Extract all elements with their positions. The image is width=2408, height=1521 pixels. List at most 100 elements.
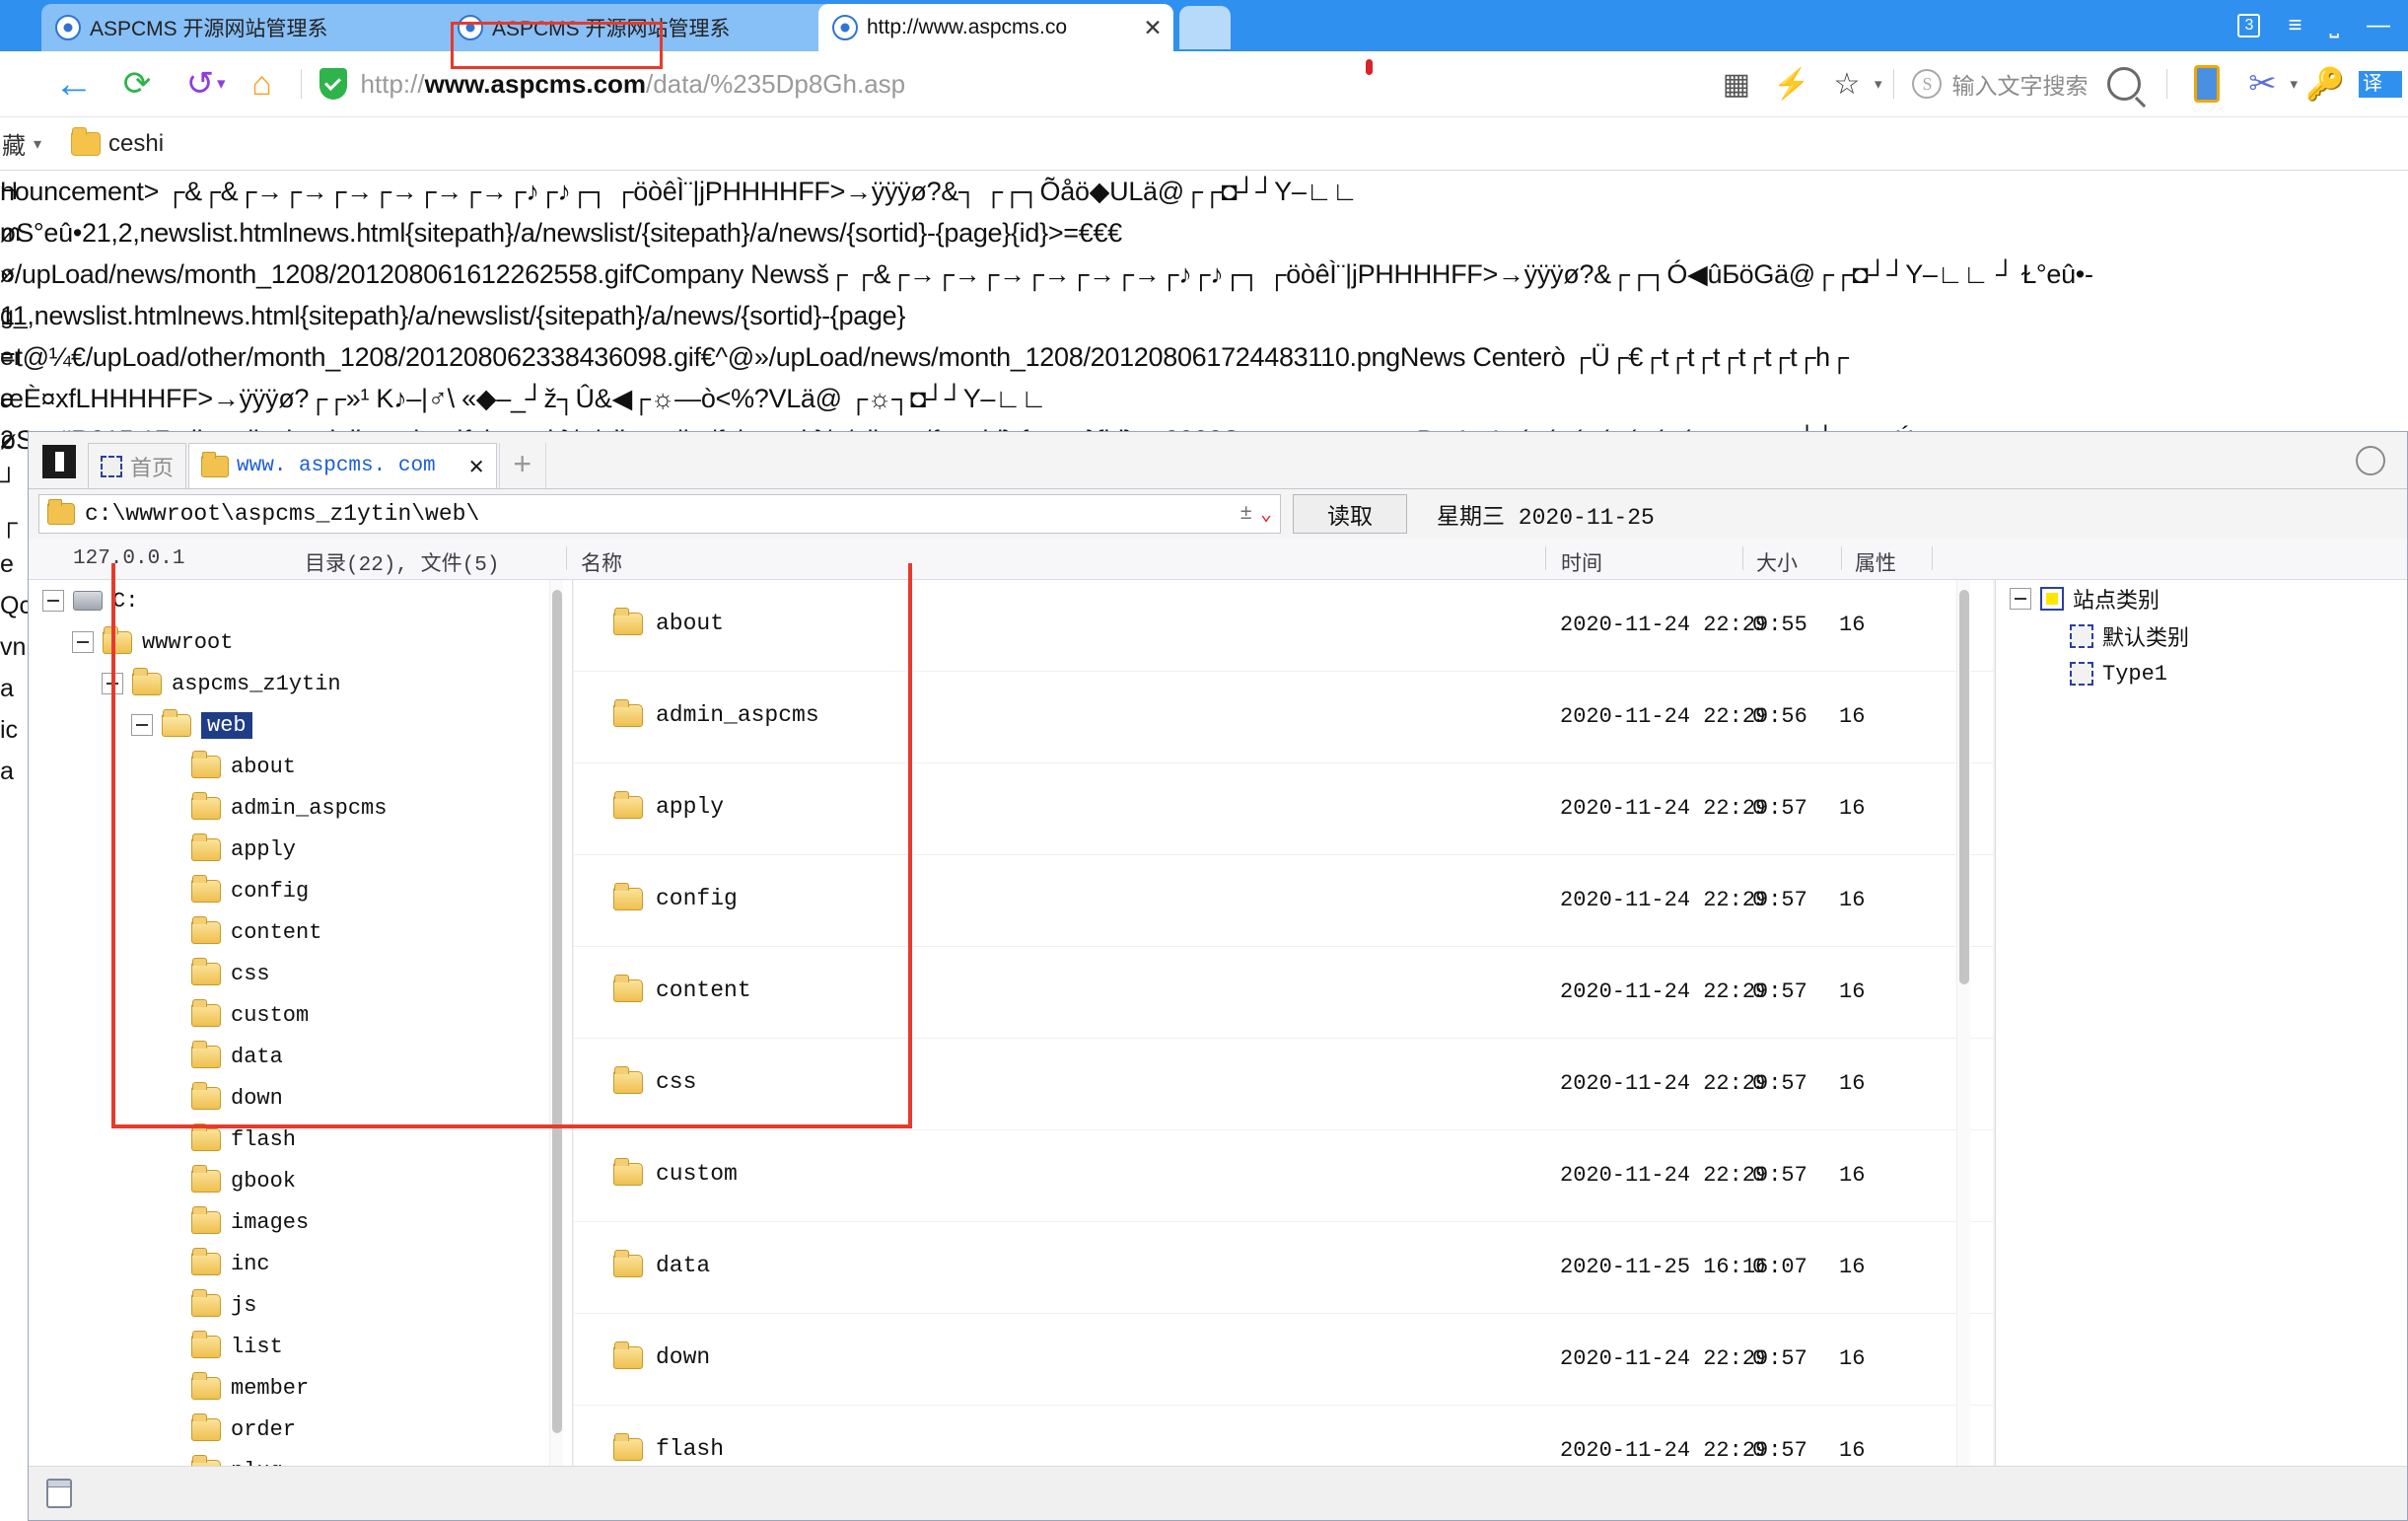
folder-icon bbox=[191, 1336, 221, 1358]
tree-node[interactable]: content bbox=[29, 911, 572, 953]
file-name-cell: apply bbox=[613, 794, 724, 820]
scissors-caret-icon[interactable]: ▾ bbox=[2290, 75, 2298, 93]
star-caret-icon[interactable]: ▾ bbox=[1875, 75, 1882, 93]
tree-node[interactable]: admin_aspcms bbox=[29, 787, 572, 829]
password-key-icon[interactable]: 🔑 bbox=[2298, 56, 2353, 111]
maximize-icon[interactable]: — bbox=[2367, 12, 2390, 39]
tree-node[interactable]: data bbox=[29, 1036, 572, 1077]
tree-node[interactable]: list bbox=[29, 1326, 572, 1367]
bookmarks-caret-icon[interactable]: ▾ bbox=[34, 134, 41, 154]
site-category-root[interactable]: 站点类别 bbox=[1996, 580, 2407, 617]
phone-icon bbox=[2194, 65, 2220, 103]
bookmark-item-ceshi[interactable]: ceshi bbox=[71, 130, 164, 158]
ftp-new-tab-button[interactable]: + bbox=[499, 443, 546, 488]
qrcode-icon[interactable]: ▦ bbox=[1709, 56, 1764, 111]
tree-node[interactable]: down bbox=[29, 1077, 572, 1119]
tree-node[interactable]: css bbox=[29, 953, 572, 994]
tree-node[interactable]: about bbox=[29, 746, 572, 787]
screenshot-scissors-icon[interactable]: ✂ bbox=[2234, 56, 2290, 111]
collapse-icon[interactable] bbox=[42, 590, 64, 612]
home-button[interactable]: ⌂ bbox=[236, 57, 289, 110]
site-category-default[interactable]: 默认类别 bbox=[1996, 617, 2407, 655]
table-row[interactable]: flash2020-11-24 22:29:57016 bbox=[574, 1406, 1993, 1468]
ftp-read-button[interactable]: 读取 bbox=[1293, 494, 1407, 534]
site-category-type1[interactable]: Type1 bbox=[1996, 655, 2407, 692]
minimize-icon[interactable]: ⎵ bbox=[2329, 12, 2339, 39]
file-size-cell: 0 bbox=[1752, 1071, 1765, 1096]
file-name-cell: config bbox=[613, 886, 738, 911]
table-row[interactable]: data2020-11-25 16:16:07016 bbox=[574, 1222, 1993, 1314]
table-row[interactable]: css2020-11-24 22:29:57016 bbox=[574, 1039, 1993, 1130]
mobile-view-icon[interactable] bbox=[2179, 56, 2234, 111]
ftp-tab-site[interactable]: www. aspcms. com ✕ bbox=[188, 443, 497, 488]
search-icon[interactable] bbox=[2107, 67, 2141, 101]
history-caret-icon[interactable]: ▾ bbox=[217, 74, 226, 94]
lightning-icon[interactable]: ⚡ bbox=[1764, 56, 1819, 111]
browser-tab-3[interactable]: http://www.aspcms.co ✕ bbox=[818, 4, 1173, 51]
tree-node[interactable]: web bbox=[29, 704, 572, 746]
tree-scrollbar[interactable] bbox=[549, 580, 563, 1468]
tree-node[interactable]: flash bbox=[29, 1119, 572, 1160]
tree-node[interactable]: aspcms_z1ytin bbox=[29, 663, 572, 704]
folder-icon bbox=[191, 797, 221, 820]
tree-node[interactable]: order bbox=[29, 1409, 572, 1450]
chevron-down-icon[interactable]: ⌄ bbox=[1260, 501, 1272, 527]
ftp-tab-close-icon[interactable]: ✕ bbox=[469, 451, 484, 481]
window-status-icon[interactable] bbox=[46, 1479, 72, 1508]
folder-icon bbox=[191, 1128, 221, 1151]
ftp-file-list[interactable]: about2020-11-24 22:29:55016admin_aspcms2… bbox=[574, 580, 1993, 1468]
table-row[interactable]: about2020-11-24 22:29:55016 bbox=[574, 580, 1993, 672]
tree-node[interactable]: member bbox=[29, 1367, 572, 1409]
tree-node[interactable]: gbook bbox=[29, 1160, 572, 1201]
table-row[interactable]: down2020-11-24 22:29:57016 bbox=[574, 1314, 1993, 1406]
tree-node[interactable]: images bbox=[29, 1201, 572, 1243]
path-plusminus-icon[interactable]: ± bbox=[1239, 503, 1260, 526]
file-list-scrollbar[interactable] bbox=[1956, 580, 1970, 1468]
tree-node[interactable]: js bbox=[29, 1284, 572, 1326]
tree-node[interactable]: inc bbox=[29, 1243, 572, 1284]
menu-icon[interactable]: ≡ bbox=[2288, 12, 2302, 39]
column-header-name[interactable]: 名称 bbox=[581, 547, 622, 577]
tree-node[interactable]: apply bbox=[29, 829, 572, 870]
address-bar[interactable]: http://www.aspcms.com/data/%235Dp8Gh.asp bbox=[319, 61, 906, 107]
header-divider[interactable] bbox=[1932, 546, 1933, 570]
header-divider[interactable] bbox=[1545, 546, 1546, 570]
header-divider[interactable] bbox=[566, 546, 567, 570]
collapse-icon[interactable] bbox=[102, 673, 123, 694]
table-row[interactable]: content2020-11-24 22:29:57016 bbox=[574, 947, 1993, 1039]
scrollbar-thumb[interactable] bbox=[552, 590, 562, 1433]
collapse-icon[interactable] bbox=[72, 631, 94, 653]
tree-node[interactable]: wwwroot bbox=[29, 621, 572, 663]
collapse-icon[interactable] bbox=[2010, 588, 2031, 610]
tab-count-badge[interactable]: 3 bbox=[2237, 14, 2260, 37]
star-icon[interactable]: ☆ bbox=[1819, 56, 1875, 111]
tree-node[interactable]: custom bbox=[29, 994, 572, 1036]
scrollbar-thumb[interactable] bbox=[1959, 590, 1969, 984]
table-row[interactable]: apply2020-11-24 22:29:57016 bbox=[574, 763, 1993, 855]
table-row[interactable]: config2020-11-24 22:29:57016 bbox=[574, 855, 1993, 947]
translate-button[interactable]: 译 bbox=[2353, 56, 2408, 111]
back-button[interactable]: ← bbox=[47, 57, 101, 110]
new-tab-button[interactable] bbox=[1179, 6, 1231, 49]
table-row[interactable]: admin_aspcms2020-11-24 22:29:56016 bbox=[574, 672, 1993, 763]
tree-node[interactable]: C: bbox=[29, 580, 572, 621]
tab-3-close-icon[interactable]: ✕ bbox=[1140, 17, 1166, 39]
bookmarks-label[interactable]: 藏 bbox=[2, 126, 26, 161]
header-divider[interactable] bbox=[1742, 546, 1743, 570]
column-header-size[interactable]: 大小 bbox=[1756, 547, 1798, 577]
table-row[interactable]: custom2020-11-24 22:29:57016 bbox=[574, 1130, 1993, 1222]
ftp-tab-home[interactable]: 首页 bbox=[88, 443, 186, 488]
ftp-path-input[interactable]: c:\wwwroot\aspcms_z1ytin\web\ ± ⌄ bbox=[38, 494, 1281, 534]
security-shield-icon bbox=[319, 68, 347, 100]
header-divider[interactable] bbox=[1841, 546, 1842, 570]
search-box[interactable]: S 输入文字搜索 bbox=[1906, 61, 2093, 107]
column-header-attr[interactable]: 属性 bbox=[1855, 547, 1896, 577]
search-input[interactable]: 输入文字搜索 bbox=[1951, 67, 2088, 101]
reload-button[interactable]: ⟳ bbox=[110, 57, 164, 110]
column-header-time[interactable]: 时间 bbox=[1561, 547, 1602, 577]
collapse-icon[interactable] bbox=[131, 714, 153, 736]
ftp-directory-tree[interactable]: C:wwwrootaspcms_z1ytinwebaboutadmin_aspc… bbox=[29, 580, 573, 1468]
column-header-host[interactable]: 127.0.0.1 bbox=[73, 547, 184, 570]
ftp-settings-circle-icon[interactable] bbox=[2356, 446, 2385, 475]
tree-node[interactable]: config bbox=[29, 870, 572, 911]
